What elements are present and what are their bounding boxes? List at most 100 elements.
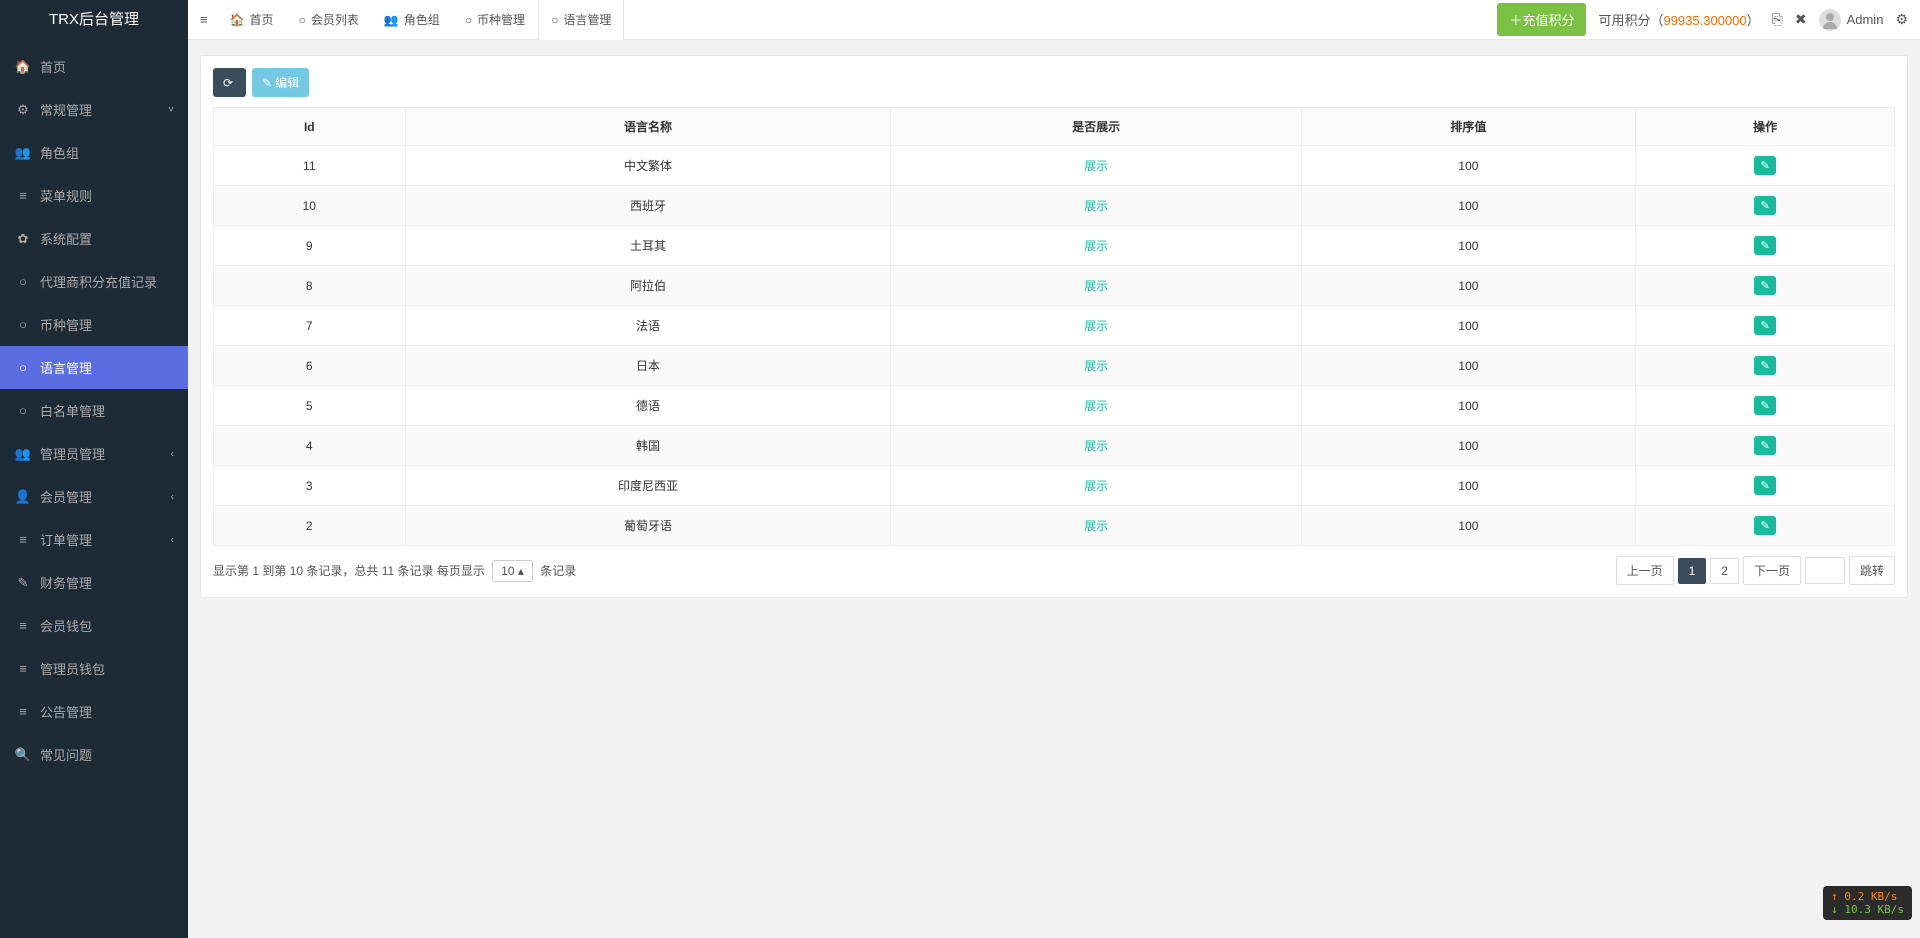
row-edit-button[interactable]: ✎ xyxy=(1754,236,1775,255)
row-edit-button[interactable]: ✎ xyxy=(1754,396,1775,415)
cell-name: 中文繁体 xyxy=(405,146,891,186)
sidebar-label: 公告管理 xyxy=(40,702,92,721)
row-edit-button[interactable]: ✎ xyxy=(1754,356,1775,375)
refresh-button[interactable]: ⟳ xyxy=(213,68,246,97)
sidebar-item-14[interactable]: ≡管理员钱包 xyxy=(0,647,188,690)
row-edit-button[interactable]: ✎ xyxy=(1754,436,1775,455)
sidebar-label: 语言管理 xyxy=(40,358,92,377)
sidebar-icon: ○ xyxy=(14,317,32,332)
admin-name: Admin xyxy=(1847,12,1884,27)
cell-sort: 100 xyxy=(1301,426,1636,466)
cell-id: 10 xyxy=(214,186,406,226)
sidebar-item-3[interactable]: ≡菜单规则 xyxy=(0,174,188,217)
page-jump-input[interactable] xyxy=(1805,557,1845,584)
sidebar-label: 管理员管理 xyxy=(40,444,105,463)
sidebar-icon: ≡ xyxy=(14,532,32,547)
jump-button[interactable]: 跳转 xyxy=(1849,556,1895,585)
sidebar-item-12[interactable]: ✎财务管理 xyxy=(0,561,188,604)
cell-sort: 100 xyxy=(1301,466,1636,506)
sidebar-item-15[interactable]: ≡公告管理 xyxy=(0,690,188,733)
cell-actions: ✎ xyxy=(1636,146,1895,186)
wrench-icon[interactable]: ✖ xyxy=(1795,11,1807,28)
nav-tab-4[interactable]: ○语言管理 xyxy=(538,0,624,40)
cell-show: 展示 xyxy=(891,466,1301,506)
cell-name: 土耳其 xyxy=(405,226,891,266)
nav-tab-0[interactable]: 🏠首页 xyxy=(218,0,287,40)
cell-name: 西班牙 xyxy=(405,186,891,226)
page-2-button[interactable]: 2 xyxy=(1710,558,1739,584)
col-header-2[interactable]: 是否展示 xyxy=(891,108,1301,146)
row-edit-button[interactable]: ✎ xyxy=(1754,196,1775,215)
row-edit-button[interactable]: ✎ xyxy=(1754,476,1775,495)
download-speed: ↓ 10.3 KB/s xyxy=(1831,903,1904,916)
sidebar-item-9[interactable]: 👥管理员管理‹ xyxy=(0,432,188,475)
sidebar-icon: 🔍 xyxy=(14,747,32,763)
nav-tab-2[interactable]: 👥角色组 xyxy=(372,0,453,40)
row-edit-button[interactable]: ✎ xyxy=(1754,156,1775,175)
netspeed-widget: ↑ 0.2 KB/s ↓ 10.3 KB/s xyxy=(1823,886,1912,920)
row-edit-button[interactable]: ✎ xyxy=(1754,516,1775,535)
tab-icon: ○ xyxy=(299,13,306,27)
col-header-1[interactable]: 语言名称 xyxy=(405,108,891,146)
sidebar-item-4[interactable]: ✿系统配置 xyxy=(0,217,188,260)
sidebar-item-1[interactable]: ⚙常规管理˅ xyxy=(0,88,188,131)
cell-name: 日本 xyxy=(405,346,891,386)
table-row: 2葡萄牙语展示100✎ xyxy=(214,506,1895,546)
sidebar-item-16[interactable]: 🔍常见问题 xyxy=(0,733,188,776)
admin-user[interactable]: Admin xyxy=(1819,9,1884,31)
cell-name: 德语 xyxy=(405,386,891,426)
sidebar-label: 常规管理 xyxy=(40,100,92,119)
nav-tab-1[interactable]: ○会员列表 xyxy=(287,0,372,40)
pagination-info: 显示第 1 到第 10 条记录，总共 11 条记录 每页显示 10 ▴ 条记录 xyxy=(213,560,576,582)
sidebar-icon: 🏠 xyxy=(14,59,32,75)
cell-name: 葡萄牙语 xyxy=(405,506,891,546)
edit-button[interactable]: ✎编辑 xyxy=(252,68,309,97)
page-1-button[interactable]: 1 xyxy=(1678,558,1707,584)
page-size-select[interactable]: 10 ▴ xyxy=(492,560,533,582)
pagination-info-text: 显示第 1 到第 10 条记录，总共 11 条记录 每页显示 xyxy=(213,564,485,578)
prev-page-button[interactable]: 上一页 xyxy=(1616,556,1674,585)
sidebar-item-6[interactable]: ○币种管理 xyxy=(0,303,188,346)
menu-toggle-icon[interactable]: ≡ xyxy=(200,12,208,27)
sidebar-item-5[interactable]: ○代理商积分充值记录 xyxy=(0,260,188,303)
sidebar-item-13[interactable]: ≡会员钱包 xyxy=(0,604,188,647)
clipboard-icon[interactable]: ⎘ xyxy=(1772,11,1783,28)
sidebar: TRX后台管理 🏠首页⚙常规管理˅👥角色组≡菜单规则✿系统配置○代理商积分充值记… xyxy=(0,0,188,938)
tab-label: 角色组 xyxy=(404,11,440,28)
header: ≡ 🏠首页○会员列表👥角色组○币种管理○语言管理 ＋充值积分 可用积分（9993… xyxy=(188,0,1920,40)
next-page-button[interactable]: 下一页 xyxy=(1743,556,1801,585)
sidebar-item-8[interactable]: ○白名单管理 xyxy=(0,389,188,432)
row-edit-button[interactable]: ✎ xyxy=(1754,316,1775,335)
sidebar-item-0[interactable]: 🏠首页 xyxy=(0,45,188,88)
cell-sort: 100 xyxy=(1301,186,1636,226)
sidebar-item-2[interactable]: 👥角色组 xyxy=(0,131,188,174)
sidebar-item-11[interactable]: ≡订单管理‹ xyxy=(0,518,188,561)
nav-tab-3[interactable]: ○币种管理 xyxy=(453,0,538,40)
cell-actions: ✎ xyxy=(1636,426,1895,466)
recharge-button[interactable]: ＋充值积分 xyxy=(1497,3,1586,36)
pagination: 上一页 1 2 下一页 跳转 xyxy=(1616,556,1895,585)
header-right: ＋充值积分 可用积分（99935.300000） ⎘ ✖ Admin ⚙ xyxy=(1497,3,1908,36)
cell-actions: ✎ xyxy=(1636,506,1895,546)
table-header-row: Id语言名称是否展示排序值操作 xyxy=(214,108,1895,146)
sidebar-item-7[interactable]: ○语言管理 xyxy=(0,346,188,389)
cell-id: 9 xyxy=(214,226,406,266)
table-row: 5德语展示100✎ xyxy=(214,386,1895,426)
sidebar-icon: ⚙ xyxy=(14,102,32,118)
cell-show: 展示 xyxy=(891,266,1301,306)
cell-show: 展示 xyxy=(891,306,1301,346)
cell-name: 法语 xyxy=(405,306,891,346)
col-header-3[interactable]: 排序值 xyxy=(1301,108,1636,146)
sidebar-item-10[interactable]: 👤会员管理‹ xyxy=(0,475,188,518)
row-edit-button[interactable]: ✎ xyxy=(1754,276,1775,295)
sidebar-label: 角色组 xyxy=(40,143,79,162)
cell-id: 11 xyxy=(214,146,406,186)
cell-sort: 100 xyxy=(1301,266,1636,306)
sidebar-label: 财务管理 xyxy=(40,573,92,592)
col-header-4[interactable]: 操作 xyxy=(1636,108,1895,146)
show-tag: 展示 xyxy=(1084,319,1108,333)
nav-tabs: 🏠首页○会员列表👥角色组○币种管理○语言管理 xyxy=(218,0,625,40)
gear-icon[interactable]: ⚙ xyxy=(1895,11,1908,28)
col-header-0[interactable]: Id xyxy=(214,108,406,146)
tab-label: 币种管理 xyxy=(477,11,525,28)
